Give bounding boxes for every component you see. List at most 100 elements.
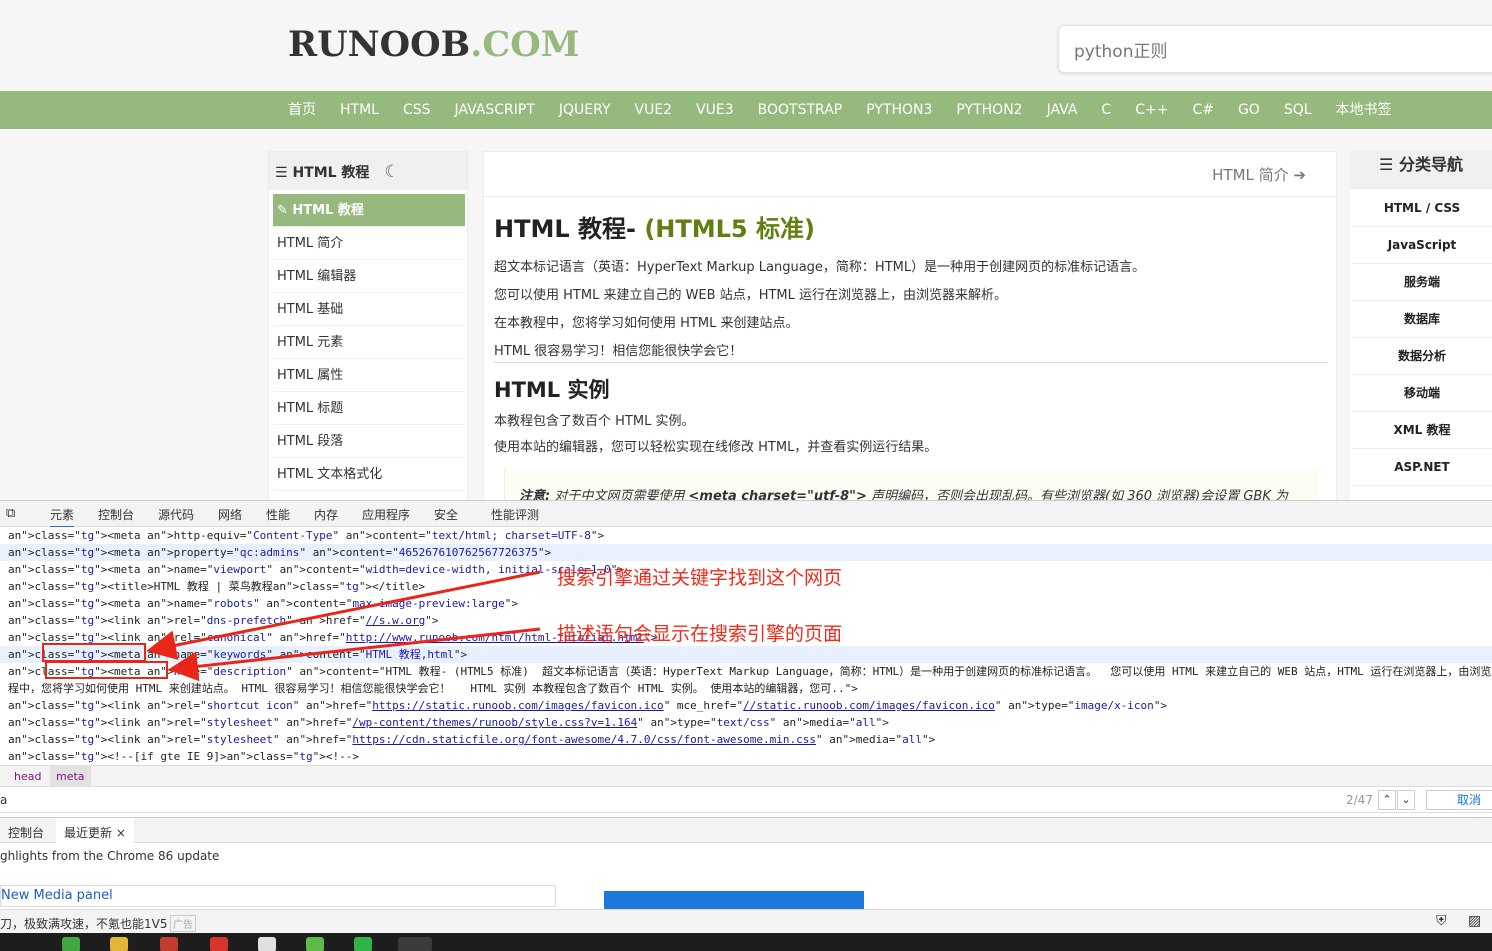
sidebar-item[interactable]: HTML 基础	[273, 293, 465, 326]
devtools-tab[interactable]: 源代码	[158, 506, 194, 523]
note-box: 注意: 对于中文网页需要使用 <meta charset="utf-8"> 声明…	[504, 468, 1318, 500]
tag-icon: ✎	[277, 203, 293, 218]
nav-item[interactable]: C++	[1123, 91, 1180, 129]
code-line[interactable]: an">class="tg"><title>HTML 教程 | 菜鸟教程an">…	[8, 578, 425, 595]
nav-item[interactable]: PYTHON3	[854, 91, 944, 129]
nav-item[interactable]: 本地书签	[1324, 91, 1404, 129]
devtools-tab[interactable]: 性能	[266, 506, 290, 523]
category-item[interactable]: 数据库	[1352, 301, 1492, 338]
divider	[494, 362, 1328, 363]
breadcrumb-meta[interactable]: meta	[50, 766, 91, 786]
app-icon[interactable]	[210, 937, 228, 951]
devtools-tab[interactable]: 性能评测	[491, 506, 539, 523]
next-page-link[interactable]: HTML 简介 ➔	[1212, 164, 1306, 185]
nav-item[interactable]: GO	[1226, 91, 1272, 129]
article: HTML 简介 ➔ HTML 教程- (HTML5 标准) 超文本标记语言（英语…	[483, 151, 1337, 501]
nav-item[interactable]: SQL	[1272, 91, 1324, 129]
code-line[interactable]: an">class="tg"><meta an">name="viewport"…	[8, 561, 624, 578]
close-icon[interactable]: ×	[116, 826, 126, 840]
status-ad-tag: 广告	[170, 915, 196, 932]
page-title: HTML 教程- (HTML5 标准)	[494, 209, 815, 244]
nav-item[interactable]: VUE2	[623, 91, 685, 129]
site-logo[interactable]: RUNOOB.COM	[288, 24, 579, 65]
nav-item[interactable]: CSS	[391, 91, 443, 129]
section-paragraph-2: 使用本站的编辑器，您可以轻松实现在线修改 HTML，并查看实例运行结果。	[494, 440, 938, 455]
intro-paragraph-4: HTML 很容易学习！相信您能很快学会它！	[494, 344, 743, 359]
devtools-tab[interactable]: 应用程序	[362, 506, 410, 523]
sidebar-item[interactable]: HTML 文本格式化	[273, 458, 465, 491]
category-item[interactable]: JavaScript	[1352, 227, 1492, 264]
nav-item[interactable]: C	[1089, 91, 1123, 129]
keywords-highlight-box	[42, 643, 146, 662]
sidebar-item[interactable]: HTML 编辑器	[273, 260, 465, 293]
whats-new-media-link[interactable]: New Media panel	[0, 885, 556, 907]
drawer-tab-whats-new-label: 最近更新	[64, 826, 113, 840]
app-icon[interactable]	[398, 937, 432, 951]
nav-item[interactable]: 首页	[276, 91, 328, 129]
image-icon[interactable]: ▨	[1468, 913, 1481, 929]
search-box[interactable]	[1058, 25, 1492, 73]
devtools-tab[interactable]: 元素	[50, 506, 75, 528]
sidebar-item-active[interactable]: ✎ HTML 教程	[273, 194, 465, 227]
right-sidebar: ☰ 分类导航 HTML / CSS JavaScript 服务端 数据库 数据分析 移动端…	[1350, 151, 1492, 501]
sidebar-item[interactable]: HTML 简介	[273, 227, 465, 260]
devtools-tab[interactable]: 安全	[434, 506, 458, 523]
sidebar-item[interactable]: HTML 段落	[273, 425, 465, 458]
folder-icon[interactable]	[110, 937, 128, 951]
browser-icon[interactable]	[62, 937, 80, 951]
devtools-tab[interactable]: 网络	[218, 506, 242, 523]
code-line[interactable]: an">class="tg"><link an">rel="shortcut i…	[8, 697, 1167, 714]
sidebar-item-label: HTML 文本格式化	[277, 467, 383, 482]
sidebar-item[interactable]: HTML 标题	[273, 392, 465, 425]
category-item[interactable]: 服务端	[1352, 264, 1492, 301]
category-item[interactable]: 数据分析	[1352, 338, 1492, 375]
app-icon[interactable]	[258, 937, 276, 951]
arrow-right-icon: ➔	[1293, 166, 1306, 184]
sidebar-item[interactable]: HTML 元素	[273, 326, 465, 359]
nav-item[interactable]: JAVA	[1035, 91, 1090, 129]
nav-item[interactable]: JAVASCRIPT	[443, 91, 547, 129]
category-item[interactable]: XML 教程	[1352, 412, 1492, 449]
code-line[interactable]: an">class="tg"><meta an">name="descripti…	[8, 663, 1492, 680]
category-item[interactable]: HTML / CSS	[1352, 190, 1492, 227]
code-line[interactable]: an">class="tg"><link an">rel="stylesheet…	[8, 731, 935, 748]
devtools-tab[interactable]: 控制台	[98, 506, 134, 523]
nav-item[interactable]: PYTHON2	[944, 91, 1034, 129]
code-line[interactable]: an">class="tg"><meta an">property="qc:ad…	[8, 544, 551, 561]
chevron-up-icon[interactable]: ⌃	[1378, 790, 1396, 810]
devtools-tabbar: ⧉ 元素 控制台 源代码 网络 性能 内存 应用程序 安全 性能评测	[0, 501, 1492, 528]
main-nav: 首页 HTML CSS JAVASCRIPT JQUERY VUE2 VUE3 BOOTSTR…	[0, 91, 1492, 129]
nav-item[interactable]: JQUERY	[547, 91, 623, 129]
code-line[interactable]: an">class="tg"><link an">rel="dns-prefet…	[8, 612, 439, 629]
dock-icon[interactable]: ⧉	[6, 506, 15, 521]
wechat-icon[interactable]	[354, 937, 372, 951]
drawer-tab-whats-new[interactable]: 最近更新 ×	[56, 818, 134, 843]
find-input[interactable]: a	[0, 793, 7, 807]
code-line[interactable]: an">class="tg"><meta an">http-equiv="Con…	[8, 527, 604, 544]
search-input[interactable]	[1059, 26, 1492, 72]
app-icon[interactable]	[160, 937, 178, 951]
code-line[interactable]: an">class="tg"><link an">rel="stylesheet…	[8, 714, 889, 731]
nav-item[interactable]: C#	[1180, 91, 1226, 129]
moon-icon[interactable]: ☾	[384, 162, 399, 182]
drawer-tab-console[interactable]: 控制台	[8, 824, 44, 841]
nav-item[interactable]: HTML	[328, 91, 391, 129]
nav-item[interactable]: VUE3	[684, 91, 746, 129]
code-line[interactable]: an">class="tg"><!--[if gte IE 9]>an">cla…	[8, 748, 359, 765]
category-item[interactable]: ASP.NET	[1352, 449, 1492, 486]
nav-list: 首页 HTML CSS JAVASCRIPT JQUERY VUE2 VUE3 BOOTSTR…	[276, 91, 1404, 129]
category-item[interactable]: 移动端	[1352, 375, 1492, 412]
section-title: HTML 实例	[494, 378, 610, 402]
devtools-tab[interactable]: 内存	[314, 506, 338, 523]
app-icon[interactable]	[306, 937, 324, 951]
status-ad-text[interactable]: 刀，极致满攻速，不氪也能1V5	[0, 915, 167, 932]
code-line[interactable]: 程中，您将学习如何使用 HTML 来创建站点。 HTML 很容易学习！相信您能很…	[8, 680, 858, 697]
nav-item[interactable]: BOOTSTRAP	[746, 91, 855, 129]
sidebar-item[interactable]: HTML 属性	[273, 359, 465, 392]
shield-icon[interactable]: ⛨	[1436, 913, 1447, 929]
chevron-down-icon[interactable]: ⌄	[1397, 790, 1415, 810]
code-line[interactable]: an">class="tg"><meta an">name="robots" a…	[8, 595, 518, 612]
find-cancel-button[interactable]: 取消	[1426, 790, 1492, 810]
breadcrumb-head[interactable]: head	[14, 770, 41, 783]
annotation-keywords: 搜索引擎通过关键字找到这个网页	[557, 567, 843, 589]
